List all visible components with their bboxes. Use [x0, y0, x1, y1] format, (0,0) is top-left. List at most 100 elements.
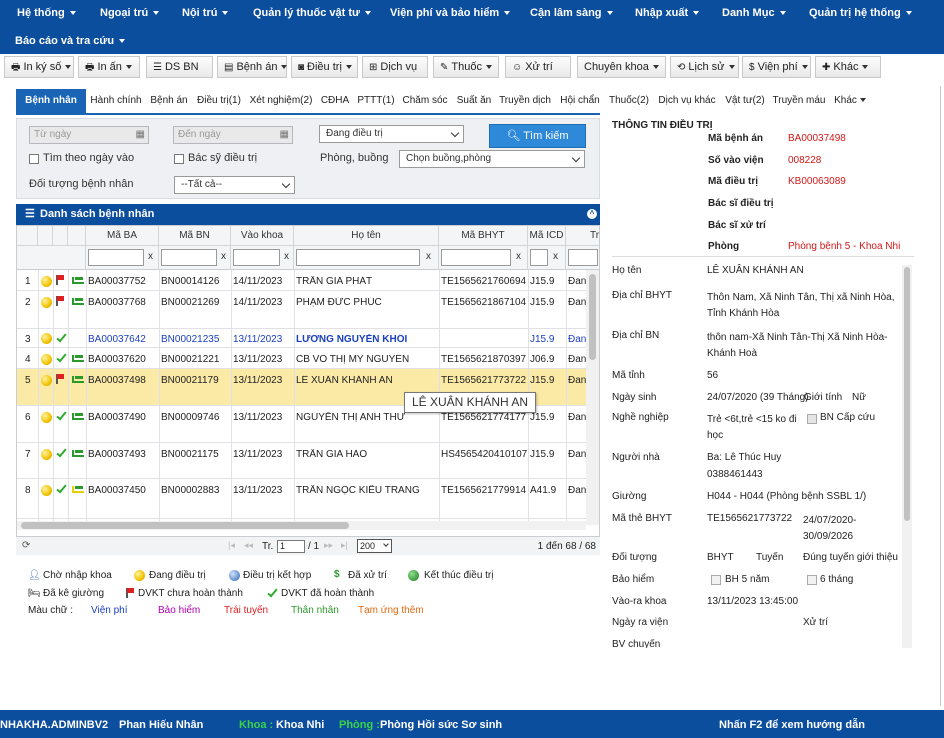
menu-can-lam-sang[interactable]: Cận lâm sàng: [530, 7, 613, 19]
tab-benh-nhan[interactable]: Bệnh nhân: [16, 89, 86, 113]
filter-ma-icd-input[interactable]: [530, 249, 548, 266]
dieu-tri-button[interactable]: ◙ Điều trị: [291, 56, 358, 78]
ds-bn-button[interactable]: ☰ DS BN: [146, 56, 213, 78]
prev-page-icon[interactable]: ◂◂: [244, 540, 253, 551]
col-header-ma-icd[interactable]: Mã ICD: [528, 226, 566, 246]
menu-he-thong[interactable]: Hệ thống: [17, 7, 76, 19]
field-label: Giới tính: [804, 392, 843, 403]
room-select[interactable]: Chọn buồng,phòng: [399, 150, 585, 168]
tab-suat-an[interactable]: Suất ăn: [454, 89, 494, 113]
menu-quan-ly-thuoc[interactable]: Quản lý thuốc vật tư: [253, 7, 371, 19]
menu-noi-tru[interactable]: Nội trú: [182, 7, 229, 19]
col-header-vao-khoa[interactable]: Vào khoa: [231, 226, 294, 246]
col-header-ma-bhyt[interactable]: Mã BHYT: [439, 226, 528, 246]
6-thang-checkbox[interactable]: [807, 575, 817, 585]
tab-benh-an[interactable]: Bệnh án: [148, 89, 190, 113]
filter-ho-ten-input[interactable]: [296, 249, 420, 266]
clear-icon[interactable]: x: [516, 251, 521, 262]
khac-button[interactable]: ✚ Khác: [815, 56, 881, 78]
clear-icon[interactable]: x: [284, 251, 289, 262]
table-row[interactable]: 3 BA00037642 BN00021235 13/11/2023 LƯƠNG…: [17, 329, 599, 348]
col-header-tra[interactable]: Tra: [566, 226, 599, 246]
tab-dieu-tri[interactable]: Điều trị(1): [194, 89, 244, 113]
tab-thuoc[interactable]: Thuốc(2): [606, 89, 652, 113]
tab-pttt[interactable]: PTTT(1): [355, 89, 397, 113]
tab-cdha[interactable]: CĐHA: [318, 89, 352, 113]
clear-icon[interactable]: x: [553, 251, 558, 262]
col-header-ho-ten[interactable]: Họ tên: [294, 226, 439, 246]
tab-hoi-chan[interactable]: Hội chẩn: [557, 89, 603, 113]
menu-label: Quản trị hệ thống: [809, 7, 901, 19]
doctor-checkbox[interactable]: [174, 154, 184, 164]
next-page-icon[interactable]: ▸▸: [324, 540, 333, 551]
collapse-icon[interactable]: ^: [587, 209, 597, 219]
benh-an-button[interactable]: ▤ Bệnh án: [217, 56, 288, 78]
field-value-giuong: H044 - H044 (Phòng bệnh SSBL 1/): [707, 491, 867, 502]
select-value: --Tất cả--: [181, 179, 223, 190]
filter-ma-bn-input[interactable]: [161, 249, 217, 266]
bn-cap-cuu-checkbox[interactable]: [807, 414, 817, 424]
filter-ma-ba-input[interactable]: [88, 249, 144, 266]
tab-dich-vu-khac[interactable]: Dịch vụ khác: [655, 89, 719, 113]
row-index: 8: [25, 485, 31, 496]
from-date-input[interactable]: Từ ngày ▦: [29, 126, 149, 144]
field-label: Bảo hiểm: [612, 574, 655, 585]
table-row[interactable]: 2 BA00037768 BN00021269 14/11/2023 PHẠM …: [17, 291, 599, 329]
scrollbar-thumb[interactable]: [589, 274, 596, 360]
filter-cell-ma-icd: x: [528, 246, 566, 270]
vertical-scrollbar[interactable]: [586, 270, 599, 525]
in-an-button[interactable]: 🖶 In ấn: [78, 56, 140, 78]
col-header-ma-ba[interactable]: Mã BA: [86, 226, 159, 246]
page-number-input[interactable]: 1: [277, 540, 305, 553]
horizontal-scrollbar[interactable]: [17, 521, 586, 530]
in-ky-so-button[interactable]: 🖶 In ký số: [4, 56, 74, 78]
table-row[interactable]: 4 BA00037620 BN00021221 13/11/2023 CB VÕ…: [17, 348, 599, 369]
bed-icon: [72, 376, 84, 383]
cell-ma-icd: J15.9: [530, 375, 555, 386]
tab-khac[interactable]: Khác: [831, 89, 869, 113]
menu-ngoai-tru[interactable]: Ngoại trú: [100, 7, 160, 19]
calendar-icon[interactable]: ▦: [136, 127, 145, 143]
refresh-icon[interactable]: ⟳: [22, 540, 30, 551]
dich-vu-button[interactable]: ⊞ Dịch vụ: [362, 56, 428, 78]
vien-phi-button[interactable]: $ Viện phí: [742, 56, 811, 78]
xu-tri-button[interactable]: ☺ Xử trí: [505, 56, 571, 78]
filter-ma-bhyt-input[interactable]: [441, 249, 511, 266]
menu-quan-tri[interactable]: Quản trị hệ thống: [809, 7, 912, 19]
tab-truyen-dich[interactable]: Truyền dịch: [497, 89, 553, 113]
patient-type-select[interactable]: --Tất cả--: [174, 176, 295, 194]
filter-vao-khoa-input[interactable]: [233, 249, 280, 266]
lich-su-button[interactable]: ⟲ Lịch sử: [670, 56, 739, 78]
col-header-ma-bn[interactable]: Mã BN: [159, 226, 231, 246]
tab-truyen-mau[interactable]: Truyền máu: [770, 89, 828, 113]
table-row[interactable]: 7 BA00037493 BN00021175 13/11/2023 TRẦN …: [17, 443, 599, 479]
tab-cham-soc[interactable]: Chăm sóc: [400, 89, 450, 113]
first-page-icon[interactable]: |◂: [228, 540, 235, 551]
tab-vat-tu[interactable]: Vật tư(2): [722, 89, 768, 113]
thuoc-button[interactable]: ✎ Thuốc: [433, 56, 499, 78]
tab-hanh-chinh[interactable]: Hành chính: [88, 89, 144, 113]
table-row[interactable]: 8 BA00037450 BN00002883 13/11/2023 TRẦN …: [17, 479, 599, 519]
search-button[interactable]: 🔍︎ Tìm kiếm: [489, 124, 586, 148]
to-date-input[interactable]: Đến ngày ▦: [173, 126, 293, 144]
menu-nhap-xuat[interactable]: Nhập xuất: [635, 7, 700, 19]
chuyen-khoa-button[interactable]: Chuyên khoa: [577, 56, 666, 78]
page-size-select[interactable]: 200: [357, 539, 392, 553]
clear-icon[interactable]: x: [426, 251, 431, 262]
scrollbar-thumb[interactable]: [21, 522, 349, 529]
last-page-icon[interactable]: ▸|: [341, 540, 348, 551]
status-select[interactable]: Đang điều trị: [319, 125, 464, 143]
vertical-scrollbar[interactable]: [902, 265, 912, 648]
table-row[interactable]: 1 BA00037752 BN00014126 14/11/2023 TRẦN …: [17, 270, 599, 291]
calendar-icon[interactable]: ▦: [280, 127, 289, 143]
menu-bao-cao[interactable]: Báo cáo và tra cứu: [15, 35, 126, 47]
menu-danh-muc[interactable]: Danh Mục: [722, 7, 786, 19]
menu-vien-phi[interactable]: Viện phí và bảo hiểm: [390, 7, 511, 19]
bh-5-nam-checkbox[interactable]: [711, 575, 721, 585]
search-by-date-checkbox[interactable]: [29, 154, 39, 164]
clear-icon[interactable]: x: [221, 251, 226, 262]
filter-tra-input[interactable]: [568, 249, 598, 266]
tab-xet-nghiem[interactable]: Xét nghiệm(2): [248, 89, 314, 113]
clear-icon[interactable]: x: [148, 251, 153, 262]
scrollbar-thumb[interactable]: [904, 267, 910, 521]
